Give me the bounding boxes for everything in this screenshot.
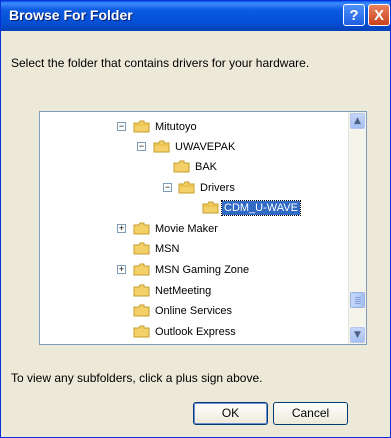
tree-item-label: Mitutoyo: [155, 121, 197, 133]
tree-item-label: Online Services: [155, 305, 233, 317]
ok-button[interactable]: OK: [193, 402, 268, 425]
tree-item-label: Movie Maker: [155, 223, 218, 235]
folder-icon: [133, 222, 150, 235]
tree-item-online-services[interactable]: Online Services: [40, 302, 348, 319]
tree-item-cdm-u-wave[interactable]: CDM_U-WAVE: [40, 199, 348, 216]
tree-item-label: MSN: [155, 243, 180, 255]
tree-item-label: MSN Gaming Zone: [155, 264, 250, 276]
folder-tree[interactable]: − Mitutoyo − UWAVEPAK BAK − Drivers CDM_…: [39, 111, 367, 345]
folder-open-icon: [133, 120, 150, 133]
help-button[interactable]: ?: [343, 4, 365, 26]
grip-line: [355, 303, 361, 304]
instruction-text: Select the folder that contains drivers …: [11, 56, 310, 70]
grip-line: [355, 299, 361, 300]
tree-item-uwavepak[interactable]: − UWAVEPAK: [40, 138, 348, 155]
folder-icon: [133, 325, 150, 338]
vertical-scrollbar[interactable]: ▲ ▼: [348, 112, 366, 344]
folder-open-icon: [178, 181, 195, 194]
hint-text: To view any subfolders, click a plus sig…: [11, 371, 263, 385]
tree-item-bak[interactable]: BAK: [40, 158, 348, 175]
tree-item-label: CDM_U-WAVE: [221, 200, 301, 216]
collapse-icon[interactable]: −: [137, 142, 146, 151]
tree-item-movie-maker[interactable]: + Movie Maker: [40, 220, 348, 237]
tree-item-msn[interactable]: MSN: [40, 240, 348, 257]
tree-item-label: BAK: [195, 161, 218, 173]
title-bar[interactable]: Browse For Folder ? X: [1, 1, 390, 31]
tree-item-mitutoyo[interactable]: − Mitutoyo: [40, 118, 348, 135]
scroll-up-icon[interactable]: ▲: [350, 113, 365, 129]
tree-item-label: UWAVEPAK: [175, 141, 236, 153]
tree-item-label: Outlook Express: [155, 326, 236, 338]
expand-icon[interactable]: +: [117, 265, 126, 274]
scroll-down-icon[interactable]: ▼: [350, 327, 365, 343]
tree-item-outlook-express[interactable]: Outlook Express: [40, 323, 348, 340]
grip-line: [355, 301, 361, 302]
close-button[interactable]: X: [368, 4, 390, 26]
cancel-button[interactable]: Cancel: [273, 402, 348, 425]
tree-item-drivers[interactable]: − Drivers: [40, 179, 348, 196]
folder-icon: [133, 304, 150, 317]
expand-icon[interactable]: +: [117, 224, 126, 233]
folder-tree-list: − Mitutoyo − UWAVEPAK BAK − Drivers CDM_…: [40, 112, 348, 344]
window-title: Browse For Folder: [9, 7, 133, 23]
folder-open-icon: [153, 140, 170, 153]
folder-open-icon: [202, 201, 219, 214]
collapse-icon[interactable]: −: [163, 183, 172, 192]
tree-item-netmeeting[interactable]: NetMeeting: [40, 282, 348, 299]
scroll-thumb[interactable]: [350, 292, 365, 308]
tree-item-label: NetMeeting: [155, 285, 212, 297]
folder-icon: [173, 160, 190, 173]
folder-icon: [133, 242, 150, 255]
folder-icon: [133, 263, 150, 276]
folder-icon: [133, 284, 150, 297]
tree-item-label: Drivers: [200, 182, 235, 194]
browse-for-folder-dialog: Browse For Folder ? X Select the folder …: [0, 0, 391, 438]
collapse-icon[interactable]: −: [117, 122, 126, 131]
grip-line: [355, 297, 361, 298]
tree-item-msn-gaming-zone[interactable]: + MSN Gaming Zone: [40, 261, 348, 278]
